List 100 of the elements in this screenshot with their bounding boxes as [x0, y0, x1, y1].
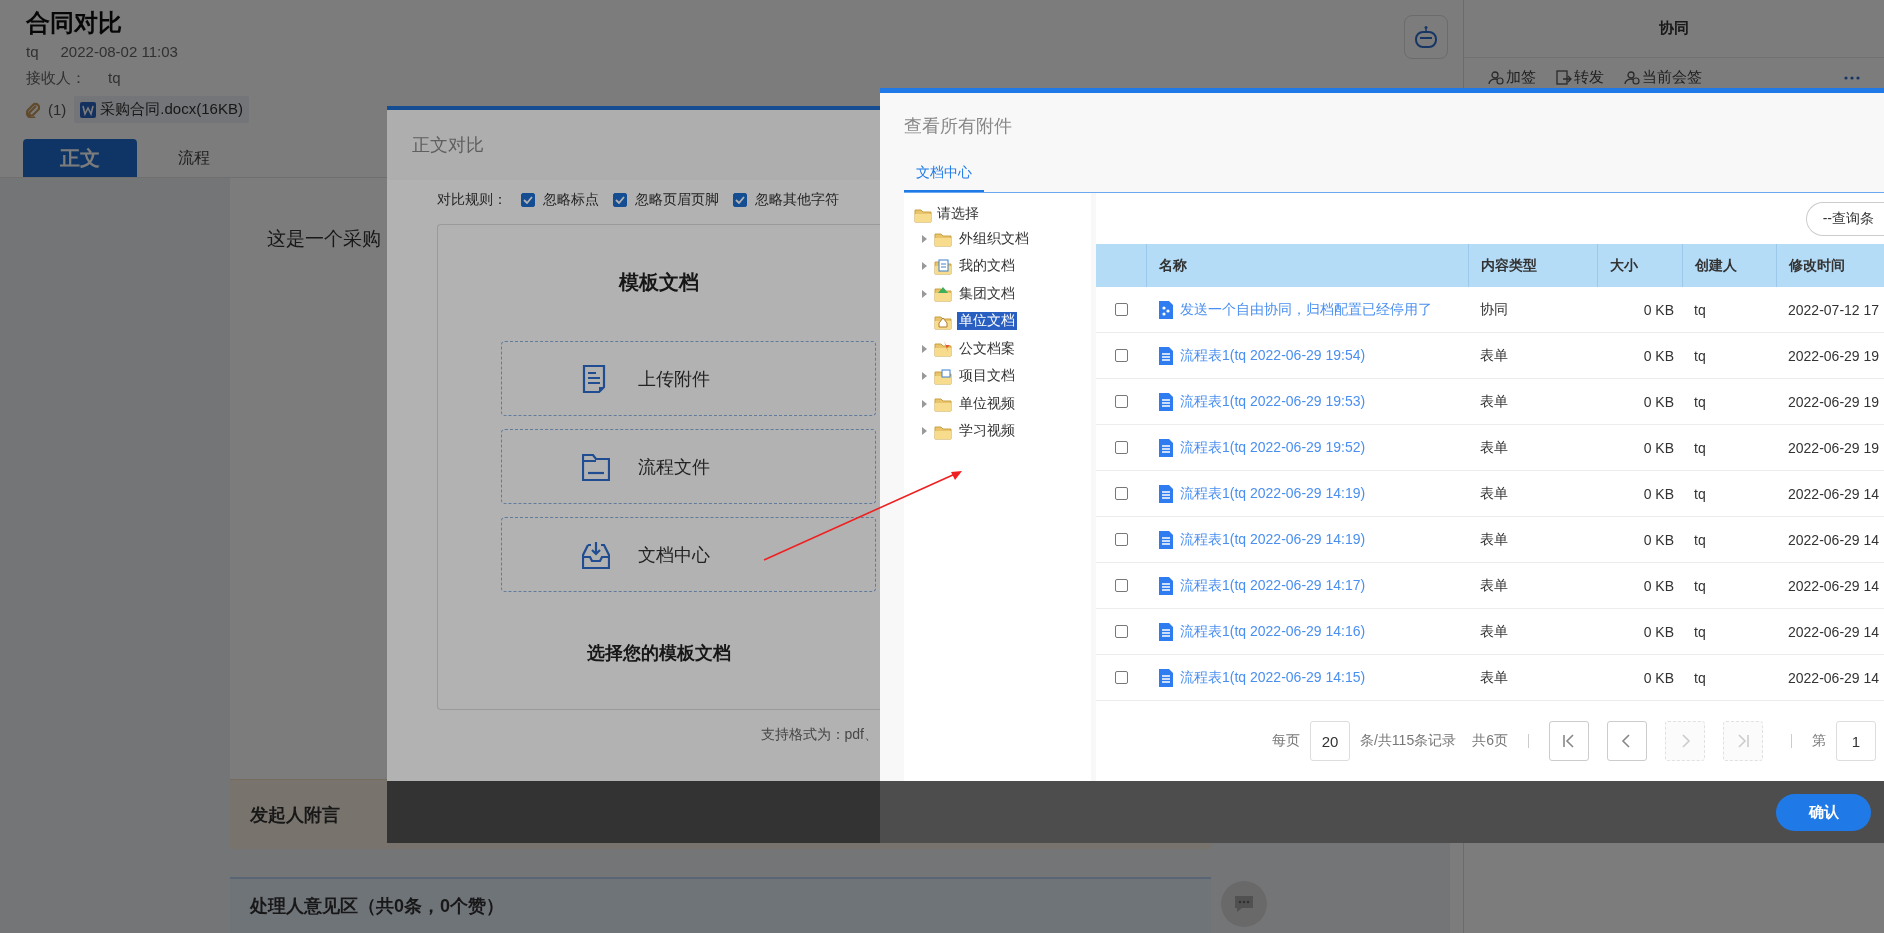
column-header: 创建人 — [1682, 244, 1776, 287]
table-cell-text: 2022-06-29 14 — [1787, 531, 1881, 548]
tree-node[interactable]: 学习视频 — [957, 422, 1017, 441]
tree-node[interactable]: 外组织文档 — [957, 229, 1031, 248]
send-date: 2022-08-02 11:03 — [60, 42, 178, 62]
recipient-name: tq — [108, 68, 121, 88]
table-cell-text: tq — [1693, 623, 1707, 640]
document-link[interactable]: 流程表1(tq 2022-06-29 19:54) — [1180, 346, 1366, 365]
tree-node[interactable]: 公文档案 — [957, 339, 1017, 358]
table-cell-text: tq — [1693, 439, 1707, 456]
attachment-count: (1) — [48, 101, 67, 118]
row-checkbox[interactable] — [1114, 487, 1128, 500]
table-cell-text: 2022-06-29 19 — [1787, 393, 1881, 410]
document-link[interactable]: 流程表1(tq 2022-06-29 14:19) — [1180, 484, 1366, 503]
view-tab[interactable]: 流程 — [137, 139, 251, 177]
tree-node[interactable]: 集团文档 — [957, 284, 1017, 303]
form-document-icon — [1158, 392, 1174, 411]
table-cell-text: 0 KB — [1642, 393, 1675, 410]
panel-action[interactable]: 加签 — [1488, 68, 1536, 87]
form-document-icon — [1158, 346, 1174, 365]
panel-title: 协同 — [1659, 19, 1689, 38]
checkbox[interactable] — [521, 193, 535, 207]
assistant-button[interactable] — [1404, 15, 1448, 59]
page-count: 共6页 — [1472, 732, 1508, 750]
form-document-icon — [1158, 484, 1174, 503]
table-cell-text: tq — [1693, 577, 1707, 594]
table-cell-text: 0 KB — [1642, 577, 1675, 594]
source-option[interactable]: 流程文件 — [501, 429, 876, 504]
dialog-title: 正文对比 — [412, 134, 484, 157]
folder-badge-icon — [934, 367, 952, 385]
table-cell-text: tq — [1693, 393, 1707, 410]
table-cell-text: 表单 — [1479, 438, 1509, 457]
more-icon[interactable] — [1844, 75, 1860, 80]
page-nav-button[interactable] — [1549, 721, 1589, 761]
attachment-file[interactable]: 采购合同.docx(16KB) — [74, 96, 249, 123]
column-header: 修改时间 — [1776, 244, 1884, 287]
row-checkbox[interactable] — [1114, 441, 1128, 454]
row-checkbox[interactable] — [1114, 625, 1128, 638]
forward-icon — [1556, 69, 1572, 86]
document-link[interactable]: 流程表1(tq 2022-06-29 19:53) — [1180, 392, 1366, 411]
row-checkbox[interactable] — [1114, 349, 1128, 362]
document-link[interactable]: 流程表1(tq 2022-06-29 14:19) — [1180, 530, 1366, 549]
view-tab[interactable]: 正文 — [23, 139, 137, 177]
folder-icon — [934, 230, 952, 248]
table-cell-text: 2022-06-29 14 — [1787, 623, 1881, 640]
tree-node[interactable]: 项目文档 — [957, 367, 1017, 386]
sender-name: tq — [26, 42, 39, 62]
check-icon — [735, 196, 745, 204]
workflow-document-icon — [1158, 300, 1174, 319]
document-link[interactable]: 流程表1(tq 2022-06-29 14:17) — [1180, 576, 1366, 595]
table-cell-text: tq — [1693, 531, 1707, 548]
row-checkbox[interactable] — [1114, 579, 1128, 592]
row-checkbox[interactable] — [1114, 533, 1128, 546]
rule-label: 忽略其他字符 — [755, 191, 839, 209]
record-count: 条/共115条记录 — [1360, 732, 1457, 750]
word-file-icon — [80, 101, 97, 118]
page-label: 第 — [1812, 732, 1826, 750]
document-link[interactable]: 发送一个自由协同，归档配置已经停用了 — [1180, 300, 1432, 319]
folder-icon — [934, 395, 952, 413]
form-document-icon — [1158, 438, 1174, 457]
section-title: 处理人意见区（共0条，0个赞） — [250, 895, 505, 918]
add-person-icon — [1488, 69, 1504, 86]
tree-node[interactable]: 单位文档 — [957, 312, 1017, 331]
table-cell-text: 0 KB — [1642, 669, 1675, 686]
tree-node[interactable]: 单位视频 — [957, 394, 1017, 413]
table-cell-text: 协同 — [1479, 300, 1509, 319]
document-text: 这是一个采购 — [267, 227, 381, 251]
chat-bubble-icon — [1233, 894, 1255, 914]
rules-label: 对比规则： — [437, 191, 507, 209]
source-option[interactable]: 上传附件 — [501, 341, 876, 416]
panel-action[interactable]: 转发 — [1556, 68, 1604, 87]
checkbox[interactable] — [733, 193, 747, 207]
confirm-button[interactable]: 确认 — [1776, 793, 1871, 831]
checkbox[interactable] — [613, 193, 627, 207]
paperclip-icon — [26, 101, 40, 118]
document-link[interactable]: 流程表1(tq 2022-06-29 19:52) — [1180, 438, 1366, 457]
panel-action[interactable]: 当前会签 — [1624, 68, 1702, 87]
page-number-field[interactable]: 1 — [1836, 721, 1876, 761]
table-cell-text: tq — [1693, 301, 1707, 318]
tree-node[interactable]: 我的文档 — [957, 257, 1017, 276]
table-cell-text: 表单 — [1479, 668, 1509, 687]
first-page-icon — [1561, 733, 1577, 749]
tray-download-icon — [582, 540, 610, 569]
per-page-label: 每页 — [1272, 732, 1300, 750]
table-cell-text: 0 KB — [1642, 531, 1675, 548]
table-cell-text: 2022-06-29 14 — [1787, 669, 1881, 686]
form-document-icon — [1158, 622, 1174, 641]
row-checkbox[interactable] — [1114, 303, 1128, 316]
last-page-icon — [1735, 733, 1751, 749]
source-option[interactable]: 文档中心 — [501, 517, 876, 592]
folder-badge-icon — [934, 340, 952, 358]
row-checkbox[interactable] — [1114, 671, 1128, 684]
formats-note: 支持格式为：pdf、 — [759, 726, 879, 744]
page-size-field[interactable]: 20 — [1310, 721, 1350, 761]
table-cell-text: 2022-07-12 17 — [1787, 301, 1881, 318]
row-checkbox[interactable] — [1114, 395, 1128, 408]
tree-node[interactable]: 请选择 — [914, 203, 1081, 225]
folder-badge-icon — [934, 257, 952, 275]
document-link[interactable]: 流程表1(tq 2022-06-29 14:16) — [1180, 622, 1366, 641]
document-link[interactable]: 流程表1(tq 2022-06-29 14:15) — [1180, 668, 1366, 687]
